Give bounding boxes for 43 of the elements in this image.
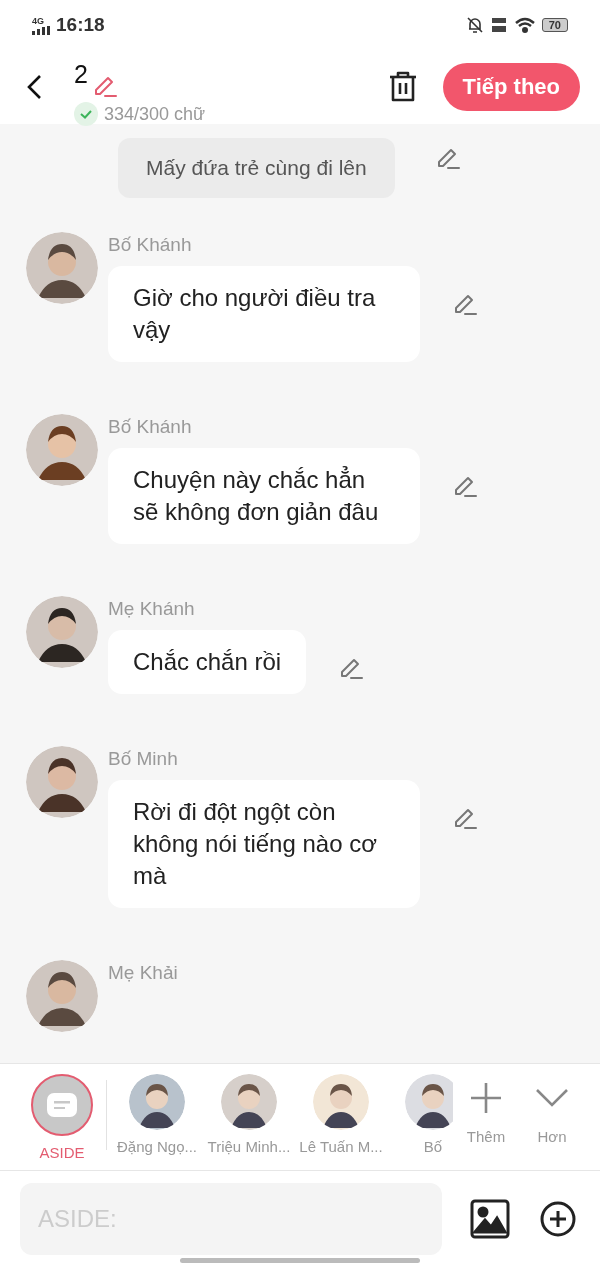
character-label: Bố — [423, 1138, 443, 1155]
avatar[interactable] — [129, 1074, 185, 1130]
character-label: Triệu Minh... — [207, 1138, 291, 1155]
check-icon — [74, 102, 98, 126]
edit-icon[interactable] — [452, 806, 478, 832]
episode-number: 2 — [74, 59, 88, 89]
word-count: 334/300 chữ — [104, 103, 206, 125]
avatar — [26, 414, 98, 486]
character-label: Đặng Ngọ... — [116, 1138, 197, 1155]
avatar[interactable] — [313, 1074, 369, 1130]
message-bubble: Giờ cho người điều tra vậy — [108, 266, 420, 362]
character-name: Bố Minh — [108, 748, 179, 770]
edit-icon[interactable] — [452, 292, 478, 318]
add-icon[interactable] — [538, 1199, 578, 1239]
message-bubble: Chắc chắn rồi — [108, 630, 307, 694]
wifi-icon — [513, 16, 536, 34]
action-label: Hơn — [537, 1128, 567, 1145]
character-label: ASIDE — [39, 1144, 85, 1161]
message-bubble: Rời đi đột ngột còn không nói tiếng nào cơ mà — [108, 780, 420, 908]
avatar[interactable] — [405, 1074, 453, 1130]
character-name: Mẹ Khánh — [108, 598, 196, 620]
avatar — [26, 232, 98, 304]
next-button[interactable]: Tiếp theo — [442, 63, 580, 111]
avatar — [26, 960, 98, 1032]
bell-off-icon — [465, 16, 484, 34]
edit-icon[interactable] — [338, 656, 365, 682]
message-bubble: Chuyện này chắc hẳn sẽ không đơn giản đâu — [108, 448, 420, 544]
edit-icon[interactable] — [452, 474, 478, 500]
action-label: Thêm — [466, 1128, 506, 1145]
narration-bubble: Mấy đứa trẻ cùng đi lên — [118, 138, 395, 198]
character-name: Bố Khánh — [108, 234, 193, 256]
battery-indicator: 70 — [541, 18, 568, 32]
avatar — [26, 596, 98, 668]
image-icon[interactable] — [470, 1199, 510, 1239]
signal-icon — [32, 25, 50, 35]
avatar[interactable] — [221, 1074, 277, 1130]
character-name: Mẹ Khải — [108, 962, 178, 984]
character-name: Bố Khánh — [108, 416, 193, 438]
clock: 16:18 — [56, 14, 105, 36]
plus-icon[interactable] — [468, 1080, 504, 1116]
avatar — [26, 746, 98, 818]
network-type: 4G — [32, 15, 44, 26]
character-label: Lê Tuấn M... — [299, 1138, 383, 1155]
